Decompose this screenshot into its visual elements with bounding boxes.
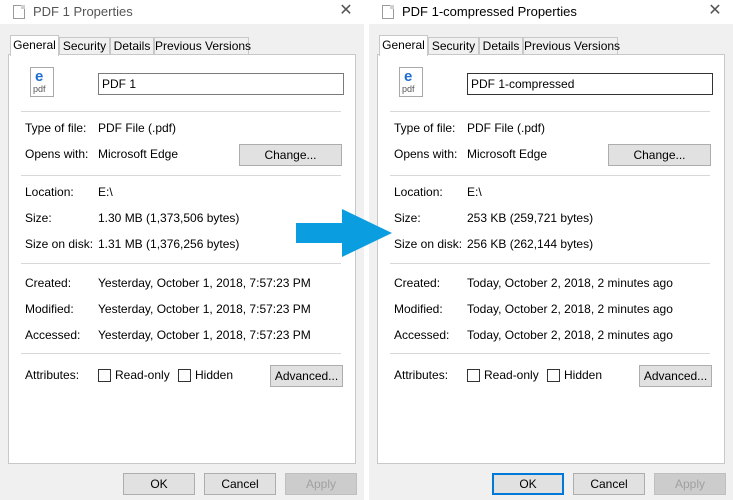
hidden-label: Hidden	[564, 368, 603, 382]
window-title: PDF 1-compressed Properties	[402, 4, 577, 19]
modified-label: Modified:	[25, 302, 74, 316]
document-icon	[13, 5, 25, 19]
change-button[interactable]: Change...	[239, 144, 342, 166]
change-button[interactable]: Change...	[608, 144, 711, 166]
location-value: E:\	[467, 185, 482, 199]
general-panel: e pdf PDF 1 Type of file: PDF File (.pdf…	[8, 54, 356, 464]
pdf-file-icon: e pdf	[30, 67, 54, 97]
modified-value: Yesterday, October 1, 2018, 7:57:23 PM	[98, 302, 311, 316]
read-only-checkbox[interactable]	[467, 369, 480, 382]
size-label: Size:	[394, 211, 421, 225]
size-on-disk-value: 256 KB (262,144 bytes)	[467, 237, 594, 251]
cancel-button[interactable]: Cancel	[204, 473, 276, 495]
divider	[21, 175, 341, 176]
ok-button[interactable]: OK	[123, 473, 195, 495]
divider	[21, 111, 341, 112]
hidden-checkbox[interactable]	[547, 369, 560, 382]
hidden-label: Hidden	[195, 368, 234, 382]
accessed-label: Accessed:	[25, 328, 81, 342]
general-panel: e pdf PDF 1-compressed Type of file: PDF…	[377, 54, 725, 464]
apply-button[interactable]: Apply	[654, 473, 726, 495]
attributes-label: Attributes:	[394, 368, 449, 382]
tab-general[interactable]: General	[379, 35, 428, 56]
divider	[21, 353, 341, 354]
apply-button[interactable]: Apply	[285, 473, 357, 495]
edge-e-glyph: e	[35, 68, 44, 85]
hidden-checkbox[interactable]	[178, 369, 191, 382]
read-only-label: Read-only	[115, 368, 170, 382]
tab-details[interactable]: Details	[479, 37, 523, 54]
modified-value: Today, October 2, 2018, 2 minutes ago	[467, 302, 673, 316]
accessed-value: Today, October 2, 2018, 2 minutes ago	[467, 328, 673, 342]
accessed-label: Accessed:	[394, 328, 450, 342]
opens-with-label: Opens with:	[394, 147, 458, 161]
tab-details[interactable]: Details	[110, 37, 154, 54]
opens-with-label: Opens with:	[25, 147, 89, 161]
ok-button[interactable]: OK	[492, 473, 564, 495]
opens-with-value: Microsoft Edge	[467, 147, 548, 161]
type-of-file-label: Type of file:	[25, 121, 87, 135]
created-label: Created:	[25, 276, 72, 290]
read-only-checkbox[interactable]	[98, 369, 111, 382]
tab-security[interactable]: Security	[59, 37, 110, 54]
window-title: PDF 1 Properties	[33, 4, 133, 19]
read-only-label: Read-only	[484, 368, 539, 382]
advanced-button[interactable]: Advanced...	[270, 365, 343, 387]
accessed-value: Yesterday, October 1, 2018, 7:57:23 PM	[98, 328, 311, 342]
size-value: 1.30 MB (1,373,506 bytes)	[98, 211, 240, 225]
opens-with-value: Microsoft Edge	[98, 147, 179, 161]
tab-previous-versions[interactable]: Previous Versions	[523, 37, 620, 54]
type-of-file-value: PDF File (.pdf)	[467, 121, 546, 135]
size-on-disk-label: Size on disk:	[394, 237, 463, 251]
pdf-file-icon: e pdf	[399, 67, 423, 97]
close-icon[interactable]: ✕	[703, 0, 727, 24]
title-bar: PDF 1-compressed Properties ✕	[369, 0, 733, 24]
type-of-file-value: PDF File (.pdf)	[98, 121, 177, 135]
divider	[390, 353, 710, 354]
divider	[390, 263, 710, 264]
filename-input[interactable]: PDF 1	[98, 73, 344, 95]
filename-input[interactable]: PDF 1-compressed	[467, 73, 713, 95]
location-label: Location:	[394, 185, 443, 199]
pdf-caption: pdf	[33, 84, 46, 94]
location-value: E:\	[98, 185, 113, 199]
divider	[21, 263, 341, 264]
size-on-disk-label: Size on disk:	[25, 237, 94, 251]
title-bar: PDF 1 Properties ✕	[0, 0, 364, 24]
edge-e-glyph: e	[404, 68, 413, 85]
properties-dialog-right: PDF 1-compressed Properties ✕ General Se…	[369, 0, 733, 500]
advanced-button[interactable]: Advanced...	[639, 365, 712, 387]
created-value: Today, October 2, 2018, 2 minutes ago	[467, 276, 673, 290]
size-on-disk-value: 1.31 MB (1,376,256 bytes)	[98, 237, 240, 251]
location-label: Location:	[25, 185, 74, 199]
modified-label: Modified:	[394, 302, 443, 316]
type-of-file-label: Type of file:	[394, 121, 456, 135]
right-arrow-icon	[296, 209, 392, 257]
close-icon[interactable]: ✕	[334, 0, 358, 24]
size-value: 253 KB (259,721 bytes)	[467, 211, 594, 225]
attributes-label: Attributes:	[25, 368, 80, 382]
tab-general[interactable]: General	[10, 35, 59, 56]
tab-previous-versions[interactable]: Previous Versions	[154, 37, 251, 54]
divider	[390, 111, 710, 112]
created-value: Yesterday, October 1, 2018, 7:57:23 PM	[98, 276, 311, 290]
size-label: Size:	[25, 211, 52, 225]
divider	[390, 175, 710, 176]
cancel-button[interactable]: Cancel	[573, 473, 645, 495]
document-icon	[382, 5, 394, 19]
created-label: Created:	[394, 276, 441, 290]
pdf-caption: pdf	[402, 84, 415, 94]
tab-security[interactable]: Security	[428, 37, 479, 54]
